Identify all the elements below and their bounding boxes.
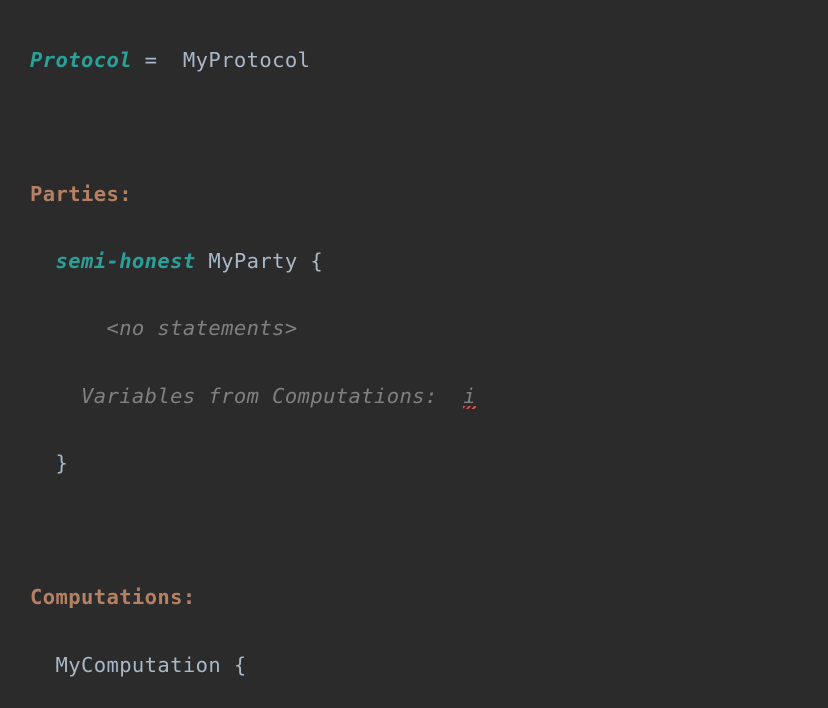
code-line: semi-honest MyParty { (30, 245, 828, 279)
brace-open: { (310, 249, 323, 273)
code-line: Computations: (30, 581, 828, 615)
code-line-blank (30, 111, 828, 145)
keyword-protocol: Protocol (30, 48, 132, 72)
code-editor[interactable]: Protocol = MyProtocol Parties: semi-hone… (0, 0, 828, 708)
computation-name: MyComputation (55, 653, 233, 677)
operator-equals: = (132, 48, 170, 72)
code-line: } (30, 447, 828, 481)
keyword-semi-honest: semi-honest (55, 249, 195, 273)
brace-open: { (234, 653, 247, 677)
protocol-name: MyProtocol (170, 48, 310, 72)
label-variables-from-computations: Variables from Computations: (81, 384, 463, 408)
code-line: Parties: (30, 178, 828, 212)
code-line: Protocol = MyProtocol (30, 44, 828, 78)
placeholder-no-statements: <no statements> (106, 316, 297, 340)
variable-reference-error: i (463, 384, 476, 408)
code-line: MyComputation { (30, 649, 828, 683)
section-computations: Computations: (30, 585, 196, 609)
code-line-blank (30, 514, 828, 548)
party-name: MyParty (196, 249, 311, 273)
code-line: <no statements> (30, 312, 828, 346)
section-parties: Parties: (30, 182, 132, 206)
code-line: Variables from Computations: i (30, 380, 828, 414)
brace-close: } (55, 451, 68, 475)
